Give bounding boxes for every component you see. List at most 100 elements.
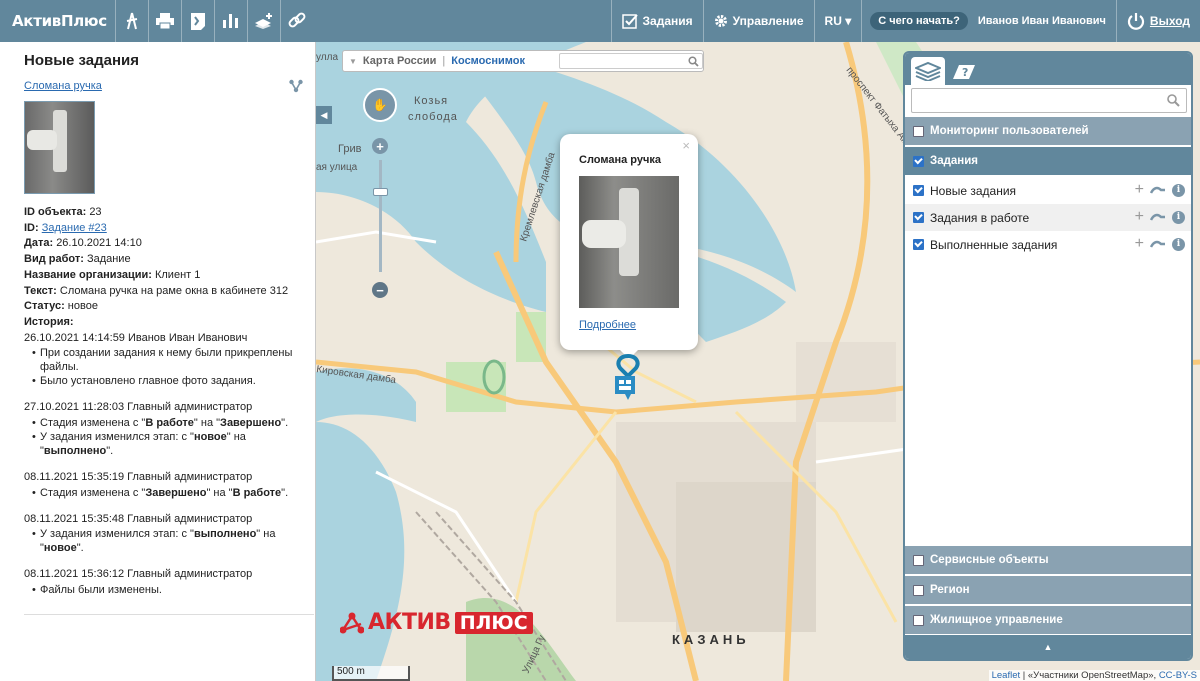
history-item: У задания изменился этап: с "выполнено" …	[32, 527, 309, 555]
city-label: КАЗАНЬ	[672, 632, 750, 647]
pan-control-hand-icon[interactable]: ✋	[363, 88, 397, 122]
info-icon[interactable]: i	[1172, 183, 1185, 197]
layer-group-label: Сервисные объекты	[930, 554, 1049, 566]
tasks-in-work-checkbox[interactable]	[913, 212, 924, 223]
info-label: ID объекта:	[24, 206, 87, 218]
top-bar: АктивПлюс Задания Управление RU ▾ С чего…	[0, 0, 1200, 42]
history-label: История:	[24, 315, 74, 328]
logo-text-activ: АКТИВ	[368, 610, 451, 635]
share-icon[interactable]	[289, 79, 303, 96]
print-icon[interactable]	[147, 0, 181, 42]
layer-row-tasks-in-work[interactable]: Задания в работе + i	[905, 204, 1191, 231]
popup-photo[interactable]	[579, 176, 679, 308]
tasks-menu[interactable]: Задания	[610, 0, 703, 42]
history-entry-header: 08.11.2021 15:36:12 Главный администрато…	[24, 568, 253, 581]
dropdown-arrow-icon[interactable]: ▼	[343, 57, 363, 66]
user-name[interactable]: Иванов Иван Иванович	[972, 0, 1116, 42]
popup-more-link[interactable]: Подробнее	[579, 319, 636, 331]
manage-label: Управление	[732, 14, 804, 28]
layer-group-housing[interactable]: Жилищное управление	[905, 606, 1191, 634]
task-link[interactable]: Сломана ручка	[24, 80, 102, 92]
search-icon	[688, 56, 699, 67]
housing-checkbox[interactable]	[913, 614, 924, 626]
info-row: Вид работ: Задание	[24, 252, 309, 268]
layer-group-service-objects[interactable]: Сервисные объекты	[905, 546, 1191, 574]
info-value: новое	[67, 300, 98, 313]
history-entry-header: 27.10.2021 11:28:03 Главный администрато…	[24, 401, 253, 414]
region-checkbox[interactable]	[913, 584, 924, 596]
zoom-slider-handle[interactable]	[373, 188, 388, 196]
layer-group-label: Жилищное управление	[930, 614, 1063, 626]
collapse-layers-button[interactable]: ▲	[905, 635, 1191, 659]
add-layer-icon[interactable]	[246, 0, 280, 42]
info-label: Текст:	[24, 284, 57, 297]
basemap-russia[interactable]: Карта России	[363, 55, 443, 67]
info-icon[interactable]: i	[1172, 237, 1185, 251]
chart-icon[interactable]	[213, 0, 247, 42]
power-icon	[1127, 12, 1145, 30]
zoom-in-button[interactable]: +	[372, 138, 388, 154]
map-attribution: Leaflet | «Участники OpenStreetMap», CC-…	[988, 670, 1200, 681]
info-label: Название организации:	[24, 268, 152, 281]
popup-close-icon[interactable]: ×	[682, 138, 690, 153]
layers-panel-tabs: ?	[905, 53, 1191, 85]
task-marker-icon[interactable]	[612, 352, 644, 402]
history-item: Файлы были изменены.	[32, 583, 309, 597]
add-icon[interactable]: +	[1135, 236, 1144, 252]
layer-row-completed-tasks[interactable]: Выполненные задания + i	[905, 231, 1191, 258]
layers-icon	[915, 61, 941, 81]
tab-legend[interactable]: ?	[947, 57, 981, 85]
info-label: ID:	[24, 221, 39, 234]
history-entry-header: 26.10.2021 14:14:59 Иванов Иван Иванович	[24, 331, 248, 344]
service-objects-checkbox[interactable]	[913, 554, 924, 566]
document-icon[interactable]	[180, 0, 214, 42]
tab-layers[interactable]	[911, 57, 945, 85]
checkbox-icon	[621, 13, 638, 29]
zoom-out-button[interactable]: −	[372, 282, 388, 298]
task-id-link[interactable]: Задание #23	[42, 222, 107, 234]
route-arrow-icon[interactable]	[1150, 239, 1166, 249]
route-arrow-icon[interactable]	[1150, 185, 1166, 195]
layer-group-tasks[interactable]: Задания	[905, 147, 1191, 175]
map-search-input[interactable]	[559, 53, 703, 69]
activplus-logo: АКТИВ ПЛЮС	[340, 610, 533, 635]
exit-button[interactable]: Выход	[1115, 0, 1200, 42]
route-arrow-icon[interactable]	[1150, 212, 1166, 222]
license-link[interactable]: CC-BY-S	[1159, 670, 1197, 681]
manage-menu[interactable]: Управление	[702, 0, 814, 42]
map-label-ulla: улла	[316, 52, 338, 63]
exit-label: Выход	[1149, 14, 1190, 28]
add-icon[interactable]: +	[1135, 209, 1144, 225]
layer-group-region[interactable]: Регион	[905, 576, 1191, 604]
info-label: Вид работ:	[24, 253, 84, 266]
link-icon[interactable]	[279, 0, 313, 42]
collapse-panel-button[interactable]: ◀	[316, 106, 332, 124]
tasks-checkbox[interactable]	[913, 155, 924, 167]
layer-group-monitoring[interactable]: Мониторинг пользователей	[905, 117, 1191, 145]
attribution-text: | «Участники OpenStreetMap»,	[1020, 670, 1159, 681]
new-tasks-checkbox[interactable]	[913, 185, 924, 196]
add-icon[interactable]: +	[1135, 182, 1144, 198]
leaflet-link[interactable]: Leaflet	[992, 670, 1021, 681]
info-row: Название организации: Клиент 1	[24, 268, 309, 284]
info-value: 23	[89, 206, 102, 218]
info-icon[interactable]: i	[1172, 210, 1185, 224]
basemap-switcher: ▼ Карта России | Космоснимок	[342, 50, 704, 72]
completed-tasks-checkbox[interactable]	[913, 239, 924, 250]
monitoring-checkbox[interactable]	[913, 125, 924, 137]
layers-search-input[interactable]	[911, 88, 1187, 113]
history-item: У задания изменился этап: с "новое" на "…	[32, 430, 309, 458]
zoom-slider-track[interactable]	[379, 160, 382, 272]
language-select[interactable]: RU ▾	[813, 0, 862, 42]
panel-title: Новые задания	[24, 52, 140, 69]
route-icon[interactable]	[114, 0, 148, 42]
basemap-satellite[interactable]: Космоснимок	[451, 55, 525, 67]
help-area: С чего начать? Иванов Иван Иванович	[861, 0, 1116, 42]
info-value: 26.10.2021 14:10	[56, 237, 142, 250]
brand-logo[interactable]: АктивПлюс	[0, 12, 115, 30]
task-info: ID объекта: 23 ID: Задание #23 Дата: 26.10…	[24, 205, 309, 609]
layer-row-new-tasks[interactable]: Новые задания + i	[905, 177, 1191, 204]
help-button[interactable]: С чего начать?	[870, 12, 968, 30]
task-photo-thumbnail[interactable]	[24, 101, 95, 194]
task-popup: × Сломана ручка Подробнее	[560, 134, 698, 359]
